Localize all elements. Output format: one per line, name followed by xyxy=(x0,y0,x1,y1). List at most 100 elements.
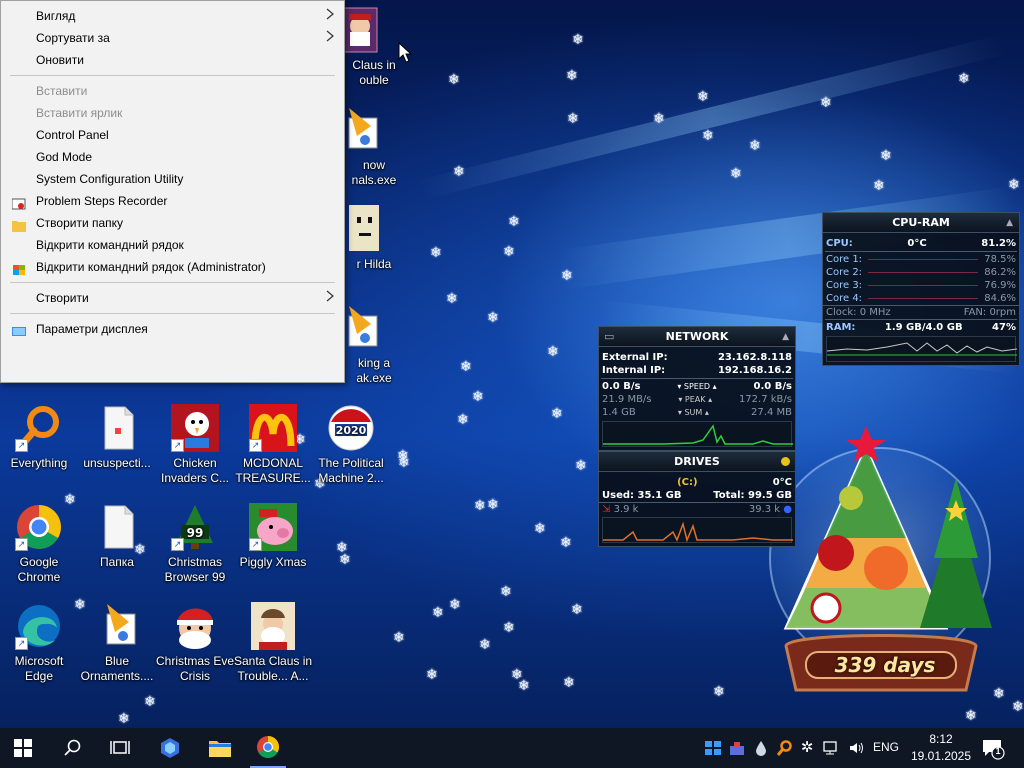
political-machine-icon: 2020 xyxy=(327,404,375,452)
desktop-icon-google-chrome[interactable]: ↗ Google Chrome xyxy=(0,503,78,585)
snowflake-icon: ❄ xyxy=(880,148,892,164)
countdown-days-label: 339 days xyxy=(834,653,936,677)
snowflake-icon: ❄ xyxy=(430,245,442,261)
menu-item-оновити[interactable]: Оновити xyxy=(1,49,344,71)
snowflake-icon: ❄ xyxy=(503,620,515,636)
menu-item-створити-папку[interactable]: Створити папку xyxy=(1,212,344,234)
start-button[interactable] xyxy=(0,728,46,768)
snowflake-icon: ❄ xyxy=(426,667,438,683)
external-ip-row: External IP: 23.162.8.118 xyxy=(602,352,792,363)
desktop-icon-blue-ornaments[interactable]: Blue Ornaments.... xyxy=(78,602,156,684)
toolbox-tray-icon[interactable] xyxy=(727,740,747,756)
snowflake-icon: ❄ xyxy=(453,164,465,180)
menu-item-відкрити-командний-рядок[interactable]: Відкрити командний рядок xyxy=(1,234,344,256)
volume-tray-icon[interactable] xyxy=(846,740,868,756)
menu-item-system-configuration-utility[interactable]: System Configuration Utility xyxy=(1,168,344,190)
snowflake-icon: ❄ xyxy=(730,166,742,182)
desktop-icon-chicken-invaders[interactable]: ↗ Chicken Invaders C... xyxy=(156,404,234,486)
snowflake-icon: ❄ xyxy=(1012,699,1024,715)
desktop-icon-mcdonald-treasure[interactable]: ↗ MCDONAL TREASURE... xyxy=(234,404,312,486)
network-gadget[interactable]: ▭ NETWORK ▲ External IP: 23.162.8.118 Int… xyxy=(598,326,796,451)
menu-item-вигляд[interactable]: Вигляд xyxy=(1,5,344,27)
desktop-icon-folder[interactable]: Папка xyxy=(78,503,156,570)
snowflake-icon: ❄ xyxy=(547,344,559,360)
menu-item-label: Створити xyxy=(36,291,89,305)
snowflake-icon: ❄ xyxy=(575,458,587,474)
speed-row: 0.0 B/s ▾ SPEED ▴ 0.0 B/s xyxy=(602,381,792,392)
desktop-icon-santa-claus-trouble[interactable]: Santa Claus in Trouble... A... xyxy=(234,602,312,684)
notification-center-button[interactable]: 1 xyxy=(980,738,1006,760)
everything-tray-icon[interactable] xyxy=(774,740,794,756)
folder-icon xyxy=(209,741,231,757)
chrome-taskbar-button[interactable] xyxy=(250,728,286,768)
menu-item-god-mode[interactable]: God Mode xyxy=(1,146,344,168)
snowflake-icon: ❄ xyxy=(566,68,578,84)
snowflake-icon: ❄ xyxy=(820,95,832,111)
core-row: Core 1: 78.5% xyxy=(826,254,1016,265)
snowflake-icon: ❄ xyxy=(534,521,546,537)
network-monitor-icon: ▭ xyxy=(604,330,615,343)
menu-item-створити[interactable]: Створити xyxy=(1,287,344,309)
task-view-button[interactable] xyxy=(104,728,136,768)
copilot-button[interactable] xyxy=(152,728,188,768)
chevron-right-icon xyxy=(326,27,334,49)
network-title: NETWORK xyxy=(665,330,729,343)
desktop-icon-christmas-browser[interactable]: 99 ↗ Christmas Browser 99 xyxy=(156,503,234,585)
desktop-icon-piggly-xmas[interactable]: ↗ Piggly Xmas xyxy=(234,503,312,570)
notification-count: 1 xyxy=(995,746,1001,756)
peak-row: 21.9 MB/s ▾ PEAK ▴ 172.7 kB/s xyxy=(602,394,792,405)
display-icon xyxy=(12,323,26,336)
menu-item-problem-steps-recorder[interactable]: Problem Steps Recorder xyxy=(1,190,344,212)
snow-globe-decoration: 339 days xyxy=(766,418,1006,698)
language-indicator[interactable]: ENG xyxy=(870,740,902,756)
read-icon: ⇲ xyxy=(602,504,611,515)
internal-ip-row: Internal IP: 192.168.16.2 xyxy=(602,365,792,376)
menu-item-label: Problem Steps Recorder xyxy=(36,194,168,208)
cpu-ram-gadget[interactable]: CPU-RAM ▲ CPU: 0°C 81.2% Core 1: 78.5% Co… xyxy=(822,212,1020,366)
core-row: Core 3: 76.9% xyxy=(826,280,1016,291)
desktop-icon-christmas-eve-crisis[interactable]: Christmas Eve Crisis xyxy=(156,602,234,684)
menu-item-label: Оновити xyxy=(36,53,84,67)
network-tray-icon[interactable] xyxy=(820,740,842,756)
collapse-icon[interactable]: ▲ xyxy=(782,327,789,347)
snowflake-icon: ❄ xyxy=(446,291,458,307)
menu-separator xyxy=(10,75,335,76)
menu-item-параметри-дисплея[interactable]: Параметри дисплея xyxy=(1,318,344,340)
drives-gadget[interactable]: DRIVES (C:) 0°C Used: 35.1 GB Total: 99.5 … xyxy=(598,451,796,547)
cpu-row: CPU: 0°C 81.2% xyxy=(826,238,1016,249)
search-button[interactable] xyxy=(56,728,88,768)
menu-item-control-panel[interactable]: Control Panel xyxy=(1,124,344,146)
desktop-icon-microsoft-edge[interactable]: ↗ Microsoft Edge xyxy=(0,602,78,684)
collapse-icon[interactable]: ▲ xyxy=(1006,213,1013,233)
shield-icon xyxy=(12,261,26,275)
edge-icon: ↗ xyxy=(15,602,63,650)
snowflake-icon: ❄ xyxy=(500,584,512,600)
menu-item-вставити[interactable]: Вставити xyxy=(1,80,344,102)
write-icon: ● xyxy=(783,504,792,515)
bluetooth-tray-icon[interactable]: ✲ xyxy=(797,740,817,756)
taskbar[interactable]: ✲ ENG 8:12 19.01.2025 1 xyxy=(0,728,1024,768)
snowflake-icon: ❄ xyxy=(448,72,460,88)
desktop-context-menu[interactable]: Вигляд Сортувати за Оновити Вставити Вставит… xyxy=(0,0,345,383)
snowflake-icon: ❄ xyxy=(567,111,579,127)
network-graph xyxy=(602,421,793,447)
search-icon xyxy=(64,739,81,756)
snowflake-icon: ❄ xyxy=(144,694,156,710)
desktop-icon-political-machine[interactable]: 2020 The Political Machine 2... xyxy=(312,404,390,486)
menu-item-вставити-ярлик[interactable]: Вставити ярлик xyxy=(1,102,344,124)
file-explorer-button[interactable] xyxy=(202,728,238,768)
snowflake-icon: ❄ xyxy=(518,678,530,694)
snowflake-icon: ❄ xyxy=(561,268,573,284)
widgets-tray-icon[interactable] xyxy=(703,740,723,756)
menu-item-сортувати-за[interactable]: Сортувати за xyxy=(1,27,344,49)
droplet-tray-icon[interactable] xyxy=(751,740,771,756)
desktop-icon-everything[interactable]: ↗ Everything xyxy=(0,404,78,471)
file-icon xyxy=(93,404,141,452)
snowflake-icon: ❄ xyxy=(965,708,977,724)
folder-icon xyxy=(12,217,26,232)
taskbar-clock[interactable]: 8:12 19.01.2025 xyxy=(906,731,976,765)
drive-c-row: (C:) 0°C xyxy=(677,477,792,488)
desktop-icon-unsuspecting[interactable]: unsuspecti... xyxy=(78,404,156,471)
menu-item-відкрити-командний-рядок-administrator[interactable]: Відкрити командний рядок (Administrator) xyxy=(1,256,344,278)
snowflake-icon: ❄ xyxy=(479,637,491,653)
